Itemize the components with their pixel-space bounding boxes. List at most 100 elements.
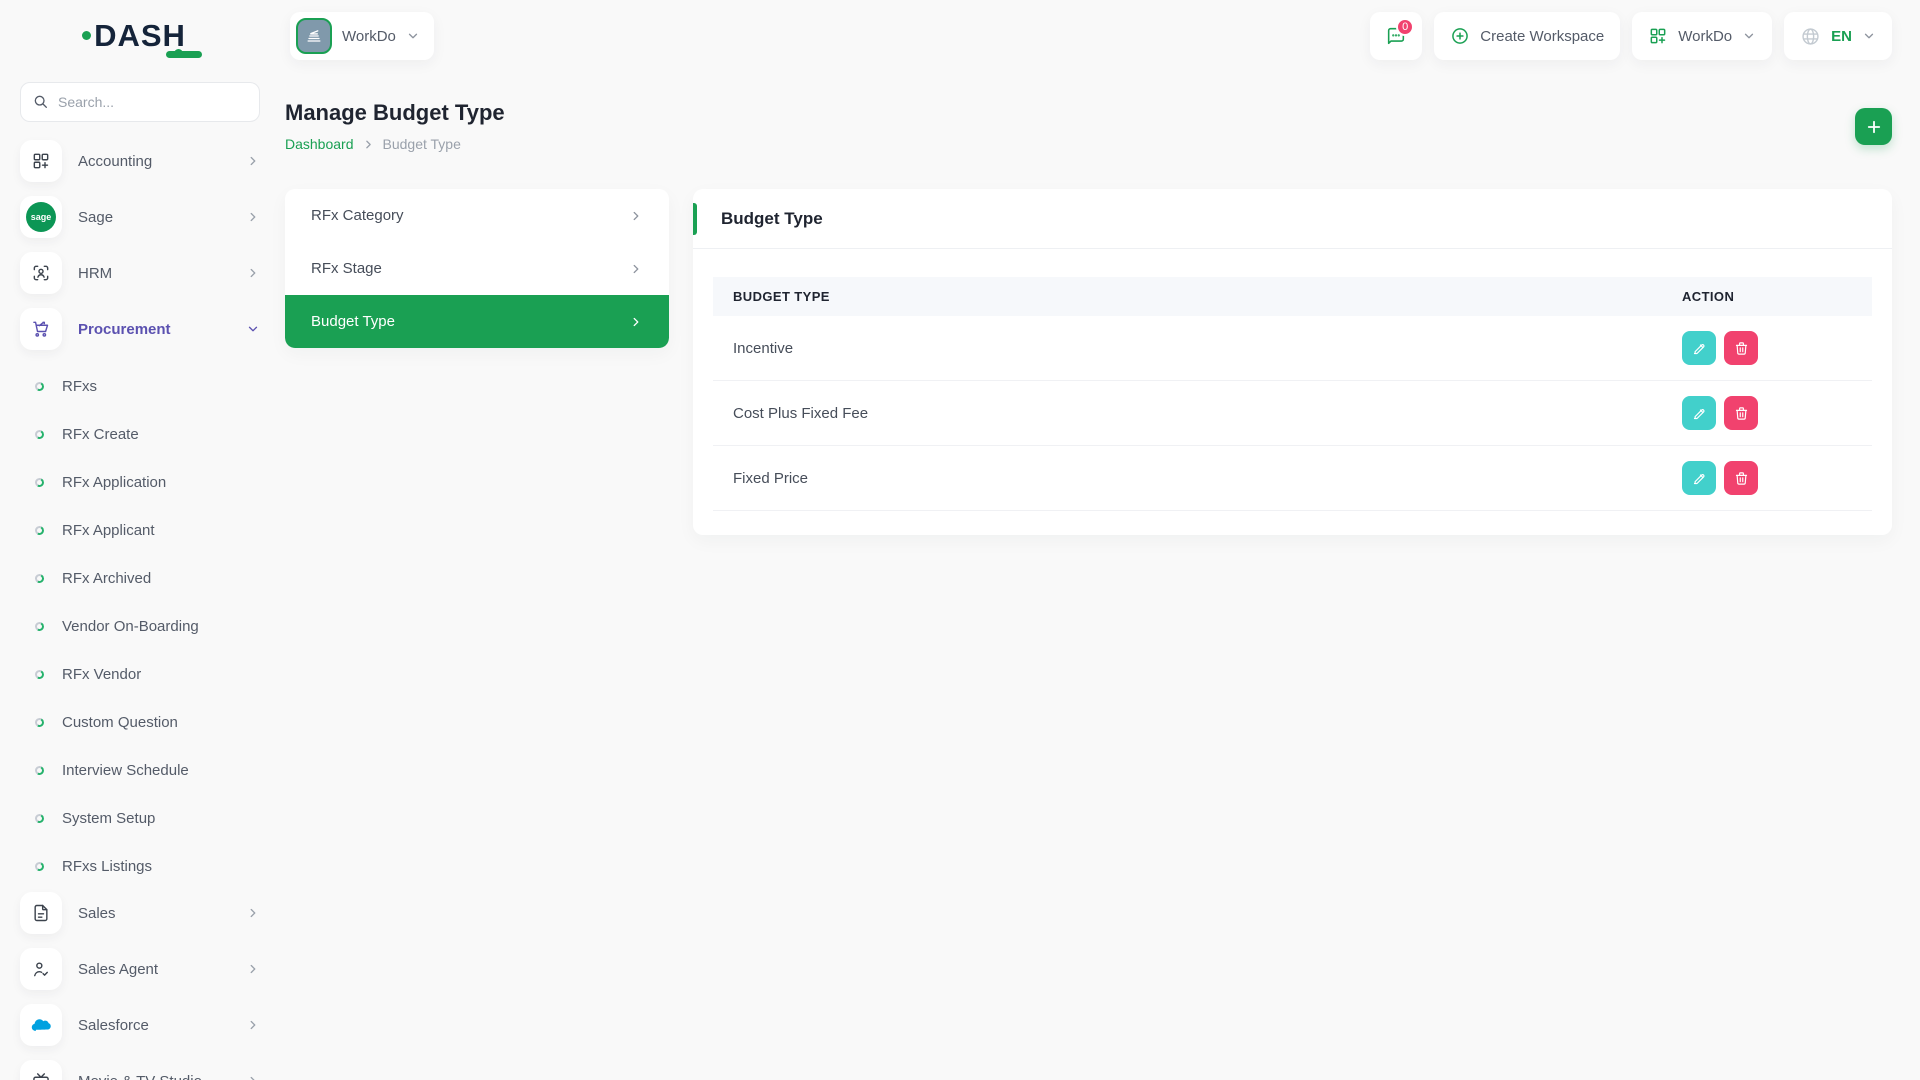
sidebar-item-sales[interactable]: Sales xyxy=(20,890,260,936)
workspace-name: WorkDo xyxy=(342,27,396,45)
search-icon xyxy=(34,95,47,108)
budget-type-name: Incentive xyxy=(713,316,1662,381)
sidebar-search[interactable] xyxy=(20,82,260,122)
edit-button[interactable] xyxy=(1682,461,1716,495)
logo-green-dash xyxy=(165,51,202,58)
bullet-icon xyxy=(33,860,46,872)
submenu-item-rfx-application[interactable]: RFx Application xyxy=(20,458,260,506)
submenu-item-rfx-archived[interactable]: RFx Archived xyxy=(20,554,260,602)
submenu-item-rfxs[interactable]: RFxs xyxy=(20,362,260,410)
grid-plus-icon xyxy=(1650,28,1666,44)
sidebar-item-hrm[interactable]: HRM xyxy=(20,250,260,296)
sidebar-item-movie-tv-studio[interactable]: Movie & TV Studio xyxy=(20,1058,260,1080)
pencil-icon xyxy=(1693,408,1705,419)
breadcrumb: Dashboard Budget Type xyxy=(285,136,505,152)
table-row: Incentive xyxy=(713,316,1872,381)
building-icon xyxy=(307,30,321,42)
delete-button[interactable] xyxy=(1724,396,1758,430)
column-action: ACTION xyxy=(1662,277,1872,316)
chevron-right-icon xyxy=(250,908,256,918)
submenu-item-vendor-onboarding[interactable]: Vendor On-Boarding xyxy=(20,602,260,650)
setup-item-rfx-stage[interactable]: RFx Stage xyxy=(285,242,669,295)
chevron-down-icon xyxy=(248,326,258,332)
sidebar-item-accounting[interactable]: Accounting xyxy=(20,138,260,184)
submenu-item-system-setup[interactable]: System Setup xyxy=(20,794,260,842)
trash-icon xyxy=(1735,471,1747,485)
file-icon xyxy=(20,892,62,934)
breadcrumb-separator-icon xyxy=(365,140,371,148)
tv-icon xyxy=(20,1060,62,1080)
breadcrumb-dashboard-link[interactable]: Dashboard xyxy=(285,136,354,152)
topbar-actions: 0 Create Workspace WorkDo EN xyxy=(1370,12,1892,60)
bullet-icon xyxy=(33,476,46,488)
create-workspace-button[interactable]: Create Workspace xyxy=(1434,12,1621,60)
grid-plus-icon xyxy=(20,140,62,182)
sidebar-item-sales-agent[interactable]: Sales Agent xyxy=(20,946,260,992)
bullet-icon xyxy=(33,668,46,680)
language-code: EN xyxy=(1831,27,1852,45)
topbar: DASH WorkDo 0 Create Workspace WorkDo EN xyxy=(0,0,1920,72)
trash-icon xyxy=(1735,341,1747,355)
chevron-down-icon xyxy=(408,33,418,39)
plus-icon xyxy=(1867,120,1880,133)
sidebar-menu: Accounting sage Sage HRM Procurement RFx… xyxy=(20,138,260,1080)
budget-type-card: Budget Type BUDGET TYPE ACTION Incentive xyxy=(693,189,1892,535)
submenu-item-rfx-applicant[interactable]: RFx Applicant xyxy=(20,506,260,554)
bullet-icon xyxy=(33,620,46,632)
messages-button[interactable]: 0 xyxy=(1370,12,1423,60)
budget-type-name: Fixed Price xyxy=(713,445,1662,511)
shopping-cart-icon xyxy=(20,308,62,350)
delete-button[interactable] xyxy=(1724,331,1758,365)
bullet-icon xyxy=(33,764,46,776)
submenu-item-interview-schedule[interactable]: Interview Schedule xyxy=(20,746,260,794)
bullet-icon xyxy=(33,572,46,584)
chevron-down-icon xyxy=(1864,33,1874,39)
table-header-row: BUDGET TYPE ACTION xyxy=(713,277,1872,316)
delete-button[interactable] xyxy=(1724,461,1758,495)
card-header: Budget Type xyxy=(693,189,1892,249)
main-content: Manage Budget Type Dashboard Budget Type… xyxy=(280,72,1920,535)
globe-icon xyxy=(1802,27,1819,45)
chevron-right-icon xyxy=(250,964,256,974)
brand-logo[interactable]: DASH xyxy=(0,18,280,58)
circle-plus-icon xyxy=(1452,28,1469,44)
workspace-selector[interactable]: WorkDo xyxy=(290,12,434,60)
chevron-right-icon xyxy=(633,211,639,220)
budget-type-name: Cost Plus Fixed Fee xyxy=(713,380,1662,446)
submenu-item-custom-question[interactable]: Custom Question xyxy=(20,698,260,746)
sidebar: Accounting sage Sage HRM Procurement xyxy=(0,72,280,1080)
bullet-icon xyxy=(33,524,46,536)
submenu-item-rfx-create[interactable]: RFx Create xyxy=(20,410,260,458)
column-budget-type: BUDGET TYPE xyxy=(713,277,1662,316)
pencil-icon xyxy=(1693,343,1705,354)
chevron-right-icon xyxy=(250,268,256,278)
submenu-item-rfx-vendor[interactable]: RFx Vendor xyxy=(20,650,260,698)
edit-button[interactable] xyxy=(1682,396,1716,430)
card-title: Budget Type xyxy=(721,209,823,228)
chevron-right-icon xyxy=(250,156,256,166)
setup-item-rfx-category[interactable]: RFx Category xyxy=(285,189,669,242)
budget-type-table: BUDGET TYPE ACTION Incentive Cost Plus F… xyxy=(713,277,1872,511)
chevron-right-icon xyxy=(250,1076,255,1080)
breadcrumb-current: Budget Type xyxy=(382,136,461,152)
page-title: Manage Budget Type xyxy=(285,100,505,125)
setup-item-budget-type[interactable]: Budget Type xyxy=(285,295,669,348)
bullet-icon xyxy=(33,812,46,824)
bullet-icon xyxy=(33,380,46,392)
user-scan-icon xyxy=(20,252,62,294)
sidebar-item-procurement[interactable]: Procurement xyxy=(20,306,260,352)
submenu-item-rfxs-listings[interactable]: RFxs Listings xyxy=(20,842,260,890)
messages-badge: 0 xyxy=(1396,18,1415,36)
sidebar-item-salesforce[interactable]: Salesforce xyxy=(20,1002,260,1048)
add-budget-type-button[interactable] xyxy=(1855,108,1892,145)
workspace-avatar xyxy=(296,18,332,54)
sidebar-item-sage[interactable]: sage Sage xyxy=(20,194,260,240)
search-input[interactable] xyxy=(58,94,247,110)
chevron-right-icon xyxy=(633,264,639,273)
procurement-submenu: RFxs RFx Create RFx Application RFx Appl… xyxy=(20,362,260,890)
language-selector[interactable]: EN xyxy=(1784,12,1892,60)
trash-icon xyxy=(1735,406,1747,420)
create-workspace-label: Create Workspace xyxy=(1480,27,1605,45)
edit-button[interactable] xyxy=(1682,331,1716,365)
app-switcher-button[interactable]: WorkDo xyxy=(1632,12,1773,60)
